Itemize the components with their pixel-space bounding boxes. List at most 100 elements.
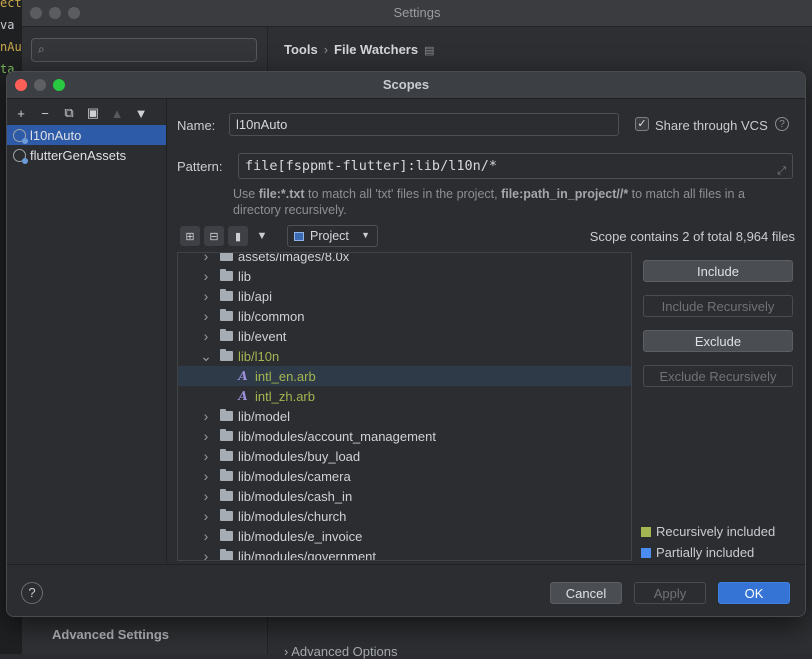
folder-icon: [220, 509, 233, 521]
tree-item-label: lib/modules/e_invoice: [238, 528, 363, 544]
tree-file-row[interactable]: Aintl_en.arb: [178, 366, 631, 386]
tree-folder-row[interactable]: › lib/modules/camera: [178, 466, 631, 486]
exclude-recursively-button[interactable]: Exclude Recursively: [643, 365, 793, 387]
add-scope-button[interactable]: +: [11, 103, 31, 123]
scope-item-fluttergenassets[interactable]: flutterGenAssets: [7, 145, 166, 165]
tree-folder-row[interactable]: › lib/modules/e_invoice: [178, 526, 631, 546]
move-down-button[interactable]: ▼: [131, 103, 151, 123]
hint-code: file:path_in_project//*: [501, 187, 629, 201]
tree-folder-row[interactable]: › lib/event: [178, 326, 631, 346]
cancel-button[interactable]: Cancel: [550, 582, 622, 604]
expand-all-button[interactable]: ⊞: [180, 226, 200, 246]
pattern-value: file[fsppmt-flutter]:lib/l10n/*: [245, 158, 497, 174]
tree-item-label: lib/modules/buy_load: [238, 448, 361, 464]
tree-folder-row[interactable]: › lib/modules/church: [178, 506, 631, 526]
help-button[interactable]: ?: [21, 582, 43, 604]
collapse-all-button[interactable]: ⊟: [204, 226, 224, 246]
hint-text: to match all 'txt' files in the project,: [304, 187, 502, 201]
apply-button[interactable]: Apply: [634, 582, 706, 604]
folder-icon: [220, 309, 233, 321]
dialog-titlebar: Scopes: [7, 72, 805, 99]
tree-folder-row[interactable]: › lib/modules/government: [178, 546, 631, 561]
project-view-select[interactable]: Project ▼: [287, 225, 378, 247]
tree-folder-row[interactable]: › lib/model: [178, 406, 631, 426]
tree-item-label: lib/l10n: [238, 348, 280, 364]
settings-page-icon: ▤: [424, 45, 435, 57]
chevron-right-icon[interactable]: ›: [200, 508, 212, 524]
filter-icon: ▼: [256, 230, 268, 242]
tree-file-row[interactable]: Aintl_zh.arb: [178, 386, 631, 406]
tree-folder-row[interactable]: › lib/modules/cash_in: [178, 486, 631, 506]
ok-button[interactable]: OK: [718, 582, 790, 604]
legend-recursively-included: Recursively included: [641, 524, 775, 539]
chevron-down-icon[interactable]: ⌄: [200, 348, 212, 365]
tree-toolbar: ⊞ ⊟ ▮ ▼: [180, 225, 276, 247]
scopes-dialog: Scopes + − ⧉ ▣ ▲ ▼ l10nAuto flutterGenAs…: [6, 71, 806, 617]
chevron-right-icon[interactable]: ›: [200, 328, 212, 344]
filter-button[interactable]: ▼: [252, 226, 272, 246]
copy-icon: ⧉: [64, 105, 74, 120]
advanced-options-label: Advanced Options: [291, 644, 398, 659]
chevron-right-icon[interactable]: ›: [200, 253, 212, 264]
chevron-right-icon[interactable]: ›: [200, 268, 212, 284]
scopes-toolbar: + − ⧉ ▣ ▲ ▼: [11, 103, 155, 123]
help-icon[interactable]: ?: [775, 117, 789, 131]
settings-search-input[interactable]: ⌕: [31, 38, 257, 62]
folder-icon: [220, 253, 233, 261]
pattern-field[interactable]: file[fsppmt-flutter]:lib/l10n/* ⤢: [238, 153, 793, 179]
copy-scope-button[interactable]: ⧉: [59, 103, 79, 123]
chevron-right-icon[interactable]: ›: [200, 528, 212, 544]
tree-item-label: lib/modules/government: [238, 548, 377, 561]
chevron-right-icon[interactable]: ›: [200, 408, 212, 424]
legend-partially-included: Partially included: [641, 545, 754, 560]
move-down-icon: ▼: [134, 105, 148, 121]
tree-folder-row[interactable]: › lib/api: [178, 286, 631, 306]
move-up-icon: ▲: [110, 105, 124, 121]
chevron-right-icon[interactable]: ›: [200, 288, 212, 304]
project-window-icon: [294, 231, 304, 241]
scope-item-l10nauto[interactable]: l10nAuto: [7, 125, 166, 145]
folder-icon: [220, 529, 233, 541]
tree-item-label: lib/common: [238, 308, 305, 324]
save-scope-button[interactable]: ▣: [83, 103, 103, 123]
scopes-panel: + − ⧉ ▣ ▲ ▼ l10nAuto flutterGenAssets: [7, 99, 167, 563]
editor-fragment: nAu: [0, 40, 22, 54]
scope-icon: [13, 128, 28, 144]
project-tree[interactable]: › assets/images/8.0x › lib › lib/api › lib/comm…: [177, 252, 632, 561]
chevron-right-icon[interactable]: ›: [200, 308, 212, 324]
name-field[interactable]: l10nAuto: [229, 113, 619, 136]
expand-icon[interactable]: ⤢: [777, 159, 786, 183]
sidebar-item-advanced-settings[interactable]: Advanced Settings: [52, 627, 169, 642]
tree-folder-row[interactable]: › assets/images/8.0x: [178, 253, 631, 266]
show-files-button[interactable]: ▮: [228, 226, 248, 246]
remove-scope-button[interactable]: −: [35, 103, 55, 123]
arb-file-icon: A: [238, 369, 248, 383]
editor-fragment: va: [0, 18, 15, 32]
tree-item-label: lib/modules/account_management: [238, 428, 437, 444]
share-vcs-checkbox[interactable]: ✓: [635, 117, 649, 131]
tree-folder-row[interactable]: › lib/modules/buy_load: [178, 446, 631, 466]
chevron-right-icon[interactable]: ›: [200, 548, 212, 560]
tree-folder-row[interactable]: › lib/common: [178, 306, 631, 326]
breadcrumb-tools[interactable]: Tools: [284, 42, 318, 57]
move-up-button[interactable]: ▲: [107, 103, 127, 123]
chevron-right-icon[interactable]: ›: [200, 488, 212, 504]
tree-folder-row[interactable]: › lib: [178, 266, 631, 286]
tree-item-label: lib: [238, 268, 252, 284]
add-icon: +: [17, 105, 25, 121]
chevron-right-icon[interactable]: ›: [200, 468, 212, 484]
remove-icon: −: [41, 105, 49, 121]
include-recursively-button[interactable]: Include Recursively: [643, 295, 793, 317]
pattern-label: Pattern:: [177, 159, 223, 174]
advanced-options-toggle[interactable]: › Advanced Options: [284, 644, 397, 659]
folder-icon: [220, 329, 233, 341]
include-button[interactable]: Include: [643, 260, 793, 282]
chevron-right-icon[interactable]: ›: [200, 428, 212, 444]
tree-folder-row[interactable]: › lib/modules/account_management: [178, 426, 631, 446]
hint-text: Use: [233, 187, 259, 201]
legend-swatch: [641, 526, 651, 537]
exclude-button[interactable]: Exclude: [643, 330, 793, 352]
chevron-right-icon[interactable]: ›: [200, 448, 212, 464]
tree-folder-row[interactable]: ⌄ lib/l10n: [178, 346, 631, 366]
folder-icon: [220, 549, 233, 560]
